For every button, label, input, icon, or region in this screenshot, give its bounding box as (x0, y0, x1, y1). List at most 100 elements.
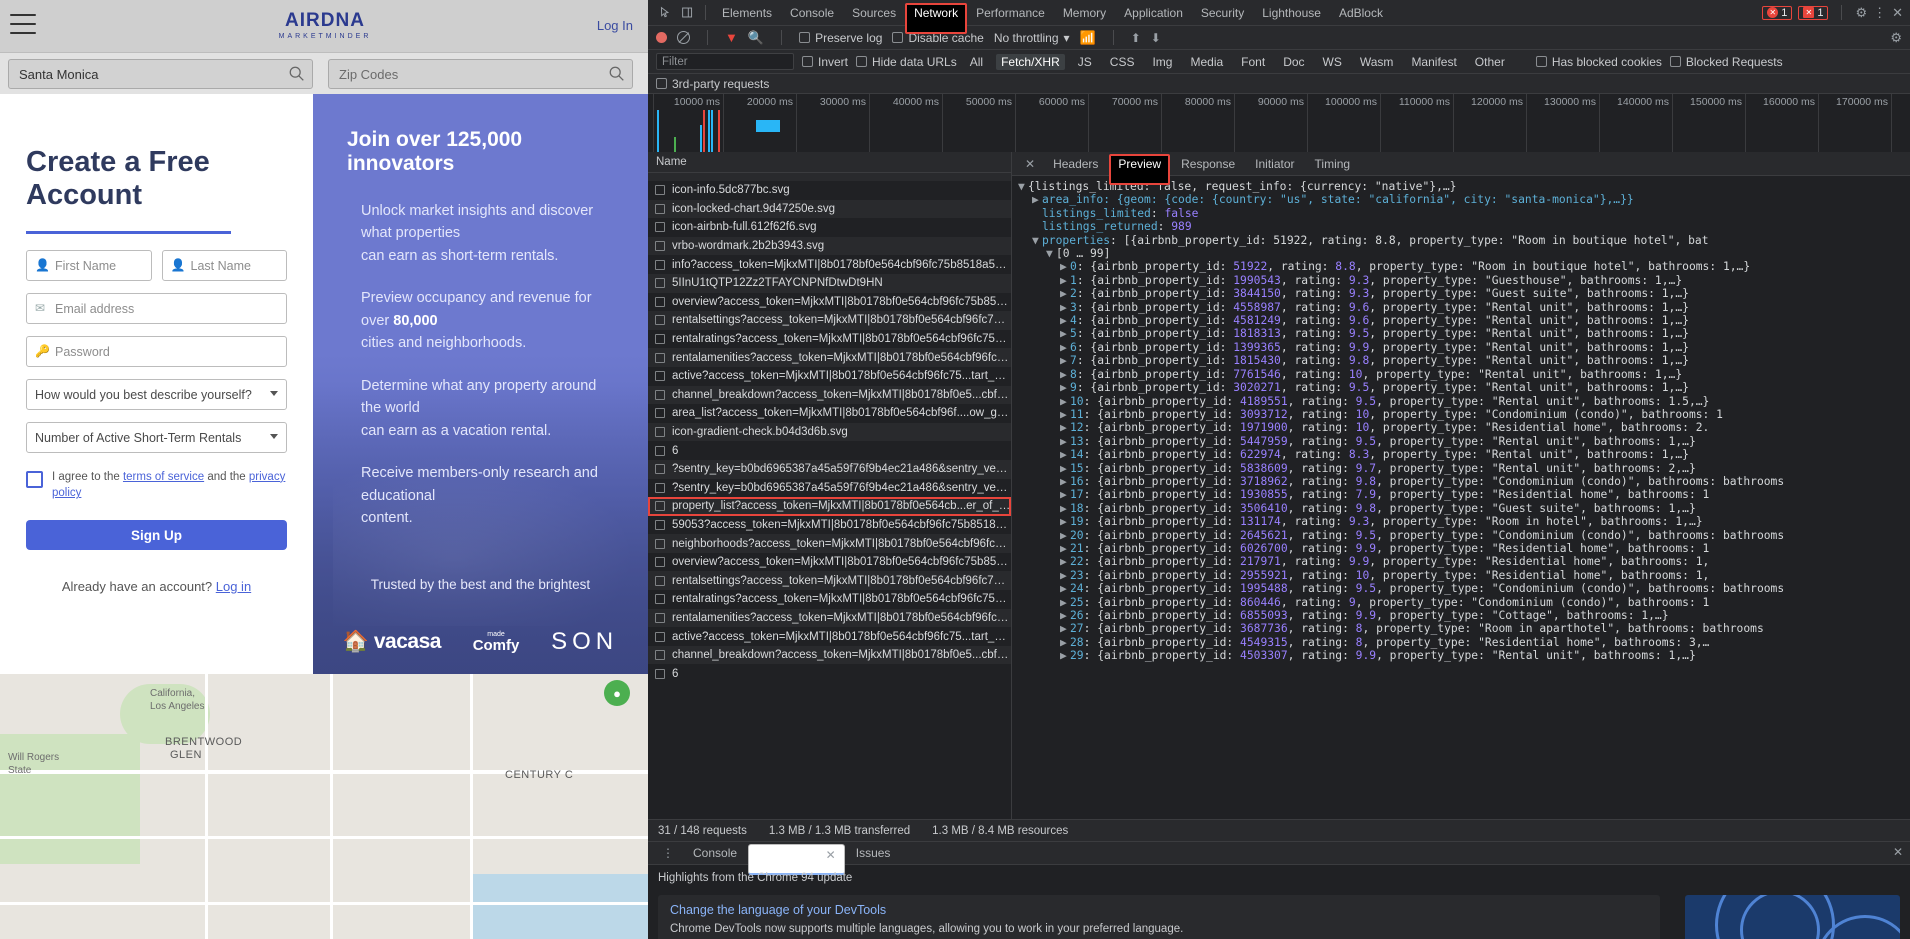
request-rows[interactable]: icon-info.5dc877bc.svg icon-locked-chart… (648, 173, 1011, 819)
row-checkbox[interactable] (655, 668, 665, 679)
json-property-item[interactable]: ▶ 9: {airbnb_property_id: 3020271, rating… (1018, 381, 1910, 394)
expand-triangle-icon[interactable]: ▶ (1060, 341, 1070, 354)
map-marker-icon[interactable]: ● (604, 680, 630, 706)
tab-performance[interactable]: Performance (967, 3, 1054, 23)
row-checkbox[interactable] (655, 501, 665, 512)
tab-security[interactable]: Security (1192, 3, 1253, 23)
expand-triangle-icon[interactable]: ▶ (1060, 582, 1070, 595)
expand-triangle-icon[interactable]: ▶ (1060, 354, 1070, 367)
settings-gear-icon[interactable]: ⚙ (1855, 5, 1867, 21)
close-detail-icon[interactable]: ✕ (1018, 157, 1042, 171)
expand-triangle-icon[interactable]: ▶ (1060, 448, 1070, 461)
row-checkbox[interactable] (655, 352, 665, 363)
table-row[interactable]: icon-locked-chart.9d47250e.svg (648, 199, 1011, 219)
drawer-tab-close-icon[interactable]: ✕ (826, 848, 836, 862)
table-row[interactable]: info?access_token=MjkxMTI|8b0178bf0e564c… (648, 255, 1011, 274)
collapse-triangle-icon[interactable]: ▼ (1018, 180, 1028, 193)
row-checkbox[interactable] (655, 241, 665, 252)
json-property-item[interactable]: ▶ 4: {airbnb_property_id: 4581249, rating… (1018, 314, 1910, 327)
row-checkbox[interactable] (655, 650, 665, 661)
search-icon[interactable] (288, 65, 306, 83)
import-har-icon[interactable]: ⬆ (1131, 31, 1141, 45)
expand-triangle-icon[interactable]: ▶ (1060, 435, 1070, 448)
expand-triangle-icon[interactable]: ▶ (1060, 274, 1070, 287)
expand-triangle-icon[interactable]: ▶ (1060, 327, 1070, 340)
table-row[interactable]: active?access_token=MjkxMTI|8b0178bf0e56… (648, 367, 1011, 386)
drawer-tab-console[interactable]: Console (685, 843, 745, 863)
row-checkbox[interactable] (655, 538, 665, 549)
tab-elements[interactable]: Elements (713, 3, 781, 23)
expand-triangle-icon[interactable]: ▶ (1060, 421, 1070, 434)
json-property-item[interactable]: ▶ 1: {airbnb_property_id: 1990543, rating… (1018, 274, 1910, 287)
detail-tab-headers[interactable]: Headers (1044, 154, 1107, 174)
invert-checkbox[interactable]: Invert (802, 55, 848, 69)
detail-tab-response[interactable]: Response (1172, 154, 1244, 174)
terms-checkbox[interactable] (26, 470, 43, 488)
expand-triangle-icon[interactable]: ▶ (1060, 301, 1070, 314)
expand-triangle-icon[interactable]: ▶ (1060, 314, 1070, 327)
whats-new-card-title[interactable]: Change the language of your DevTools (670, 903, 1648, 917)
tab-adblock[interactable]: AdBlock (1330, 3, 1392, 23)
city-search-field[interactable]: Santa Monica (8, 59, 313, 89)
tab-memory[interactable]: Memory (1054, 3, 1115, 23)
table-row[interactable]: 6 (648, 441, 1011, 460)
json-property-item[interactable]: ▶ 25: {airbnb_property_id: 860446, rating… (1018, 596, 1910, 609)
row-checkbox[interactable] (655, 185, 665, 196)
table-row[interactable]: rentalamenities?access_token=MjkxMTI|8b0… (648, 348, 1011, 367)
json-property-item[interactable]: ▶ 17: {airbnb_property_id: 1930855, ratin… (1018, 488, 1910, 501)
expand-triangle-icon[interactable]: ▶ (1060, 622, 1070, 635)
third-party-requests-checkbox[interactable]: 3rd-party requests (656, 77, 769, 91)
filter-type-all[interactable]: All (965, 54, 988, 70)
detail-tab-timing[interactable]: Timing (1306, 154, 1360, 174)
expand-triangle-icon[interactable]: ▶ (1060, 515, 1070, 528)
drawer-close-icon[interactable]: ✕ (1893, 845, 1903, 859)
row-checkbox[interactable] (655, 334, 665, 345)
table-row[interactable]: icon-info.5dc877bc.svg (648, 181, 1011, 200)
table-row[interactable]: neighborhoods?access_token=MjkxMTI|8b017… (648, 534, 1011, 553)
table-row[interactable]: rentalamenities?access_token=MjkxMTI|8b0… (648, 608, 1011, 628)
row-checkbox[interactable] (655, 427, 665, 438)
row-checkbox[interactable] (655, 371, 665, 382)
row-checkbox[interactable] (655, 408, 665, 419)
terms-of-service-link[interactable]: terms of service (123, 471, 204, 483)
expand-triangle-icon[interactable]: ▶ (1060, 488, 1070, 501)
row-checkbox[interactable] (655, 389, 665, 400)
blocked-requests-checkbox[interactable]: Blocked Requests (1669, 55, 1783, 69)
expand-triangle-icon[interactable]: ▶ (1060, 555, 1070, 568)
json-property-item[interactable]: ▶ 23: {airbnb_property_id: 2955921, ratin… (1018, 569, 1910, 582)
table-row[interactable]: channel_breakdown?access_token=MjkxMTI|8… (648, 385, 1011, 405)
json-property-item[interactable]: ▶ 21: {airbnb_property_id: 6026700, ratin… (1018, 542, 1910, 555)
header-login-link[interactable]: Log In (597, 18, 633, 33)
table-row[interactable]: ?sentry_key=b0bd6965387a45a59f76f9b4ec21… (648, 459, 1011, 479)
email-field[interactable]: ✉ Email address (26, 292, 287, 324)
sign-up-button[interactable]: Sign Up (26, 520, 287, 551)
table-row[interactable]: vrbo-wordmark.2b2b3943.svg (648, 236, 1011, 256)
filter-type-doc[interactable]: Doc (1278, 54, 1309, 70)
json-property-item[interactable]: ▶ 18: {airbnb_property_id: 3506410, ratin… (1018, 502, 1910, 515)
tab-application[interactable]: Application (1115, 3, 1192, 23)
json-property-item[interactable]: ▶ 26: {airbnb_property_id: 6855093, ratin… (1018, 609, 1910, 622)
preserve-log-checkbox[interactable]: Preserve log (799, 31, 882, 45)
row-checkbox[interactable] (655, 203, 665, 214)
expand-triangle-icon[interactable]: ▶ (1032, 193, 1042, 206)
json-properties-line[interactable]: ▼ properties: [{airbnb_property_id: 51922… (1018, 234, 1910, 247)
table-row[interactable]: rentalratings?access_token=MjkxMTI|8b017… (648, 590, 1011, 609)
search-icon-2[interactable] (608, 65, 626, 83)
table-row[interactable]: 59053?access_token=MjkxMTI|8b0178bf0e564… (648, 516, 1011, 535)
row-checkbox[interactable] (655, 519, 665, 530)
expand-triangle-icon[interactable]: ▶ (1060, 408, 1070, 421)
filter-type-manifest[interactable]: Manifest (1406, 54, 1461, 70)
table-row[interactable]: icon-airbnb-full.612f62f6.svg (648, 218, 1011, 237)
zip-search-field[interactable]: Zip Codes (328, 59, 633, 89)
table-row-partial[interactable] (648, 173, 1011, 181)
row-checkbox[interactable] (655, 296, 665, 307)
hide-data-urls-checkbox[interactable]: Hide data URLs (856, 55, 957, 69)
json-property-item[interactable]: ▶ 13: {airbnb_property_id: 5447959, ratin… (1018, 435, 1910, 448)
filter-type-font[interactable]: Font (1236, 54, 1270, 70)
json-property-item[interactable]: ▶ 2: {airbnb_property_id: 3844150, rating… (1018, 287, 1910, 300)
json-property-item[interactable]: ▶ 22: {airbnb_property_id: 217971, rating… (1018, 555, 1910, 568)
inspect-element-icon[interactable] (654, 3, 676, 23)
expand-triangle-icon[interactable]: ▶ (1060, 569, 1070, 582)
json-property-item[interactable]: ▶ 0: {airbnb_property_id: 51922, rating: … (1018, 260, 1910, 273)
table-row[interactable]: overview?access_token=MjkxMTI|8b0178bf0e… (648, 553, 1011, 572)
